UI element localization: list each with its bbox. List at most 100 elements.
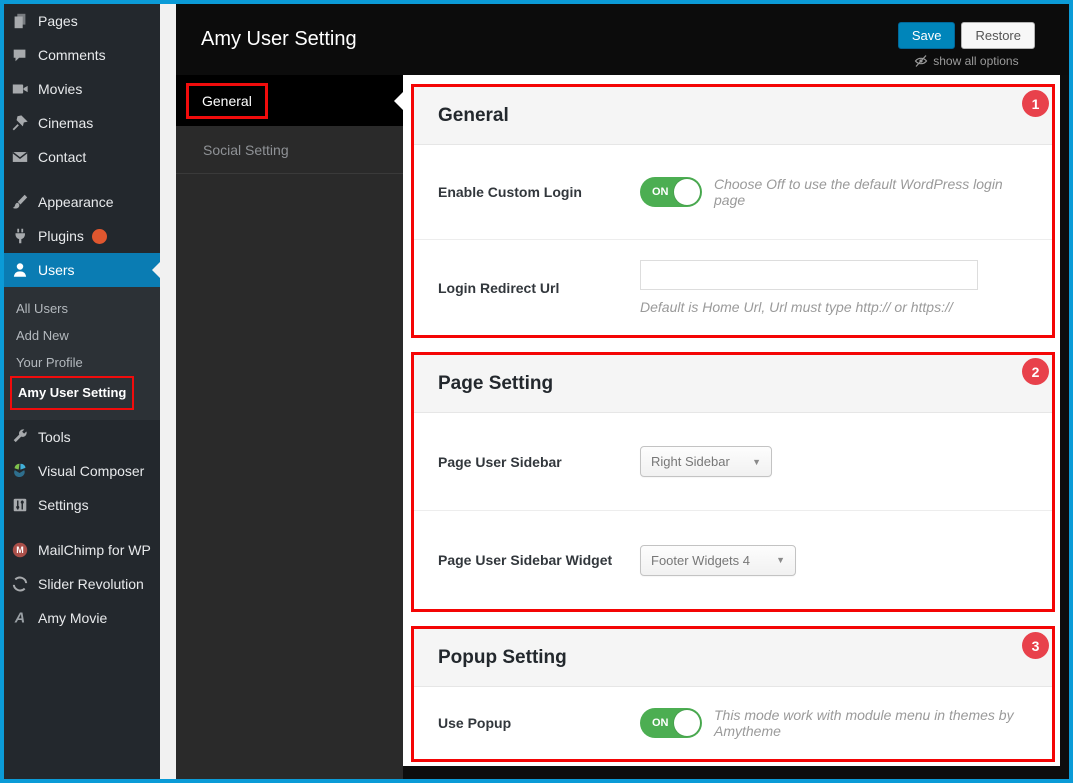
sidebar-item-label: Comments [38, 47, 106, 63]
settings-content: 1 General Enable Custom Login ON Choose … [403, 75, 1069, 779]
submenu-item-your-profile[interactable]: Your Profile [4, 349, 160, 376]
section-page-setting-header: Page Setting [414, 355, 1052, 413]
page-title: Amy User Setting [201, 28, 357, 50]
chevron-down-icon: ▼ [752, 456, 761, 467]
toggle-knob [674, 179, 700, 205]
sidebar-item-slider-revolution[interactable]: Slider Revolution [4, 567, 160, 601]
settings-body: General Social Setting 1 General Enable … [176, 75, 1069, 779]
sidebar-item-amy-movie[interactable]: A Amy Movie [4, 601, 160, 635]
screenshot-frame: Pages Comments Movies Cinemas Contact Ap… [0, 0, 1073, 783]
appearance-icon [10, 192, 30, 212]
setting-row-page-user-sidebar-widget: Page User Sidebar Widget Footer Widgets … [414, 511, 1052, 609]
active-menu-arrow-icon [152, 262, 160, 278]
setting-label: Use Popup [438, 715, 512, 731]
sidebar-item-label: Slider Revolution [38, 576, 144, 592]
setting-help-text: This mode work with module menu in theme… [714, 707, 1014, 739]
sidebar-item-label: Plugins [38, 228, 84, 244]
annotation-badge-1: 1 [1022, 90, 1049, 117]
sidebar-item-movies[interactable]: Movies [4, 72, 160, 106]
annotation-box-amy-user-setting: Amy User Setting [10, 376, 135, 410]
contact-icon [10, 147, 30, 167]
tab-label: Social Setting [203, 141, 289, 158]
svg-text:M: M [16, 545, 24, 555]
section-title: General [438, 104, 509, 126]
settings-tabs: General Social Setting [176, 75, 403, 779]
setting-help-text: Choose Off to use the default WordPress … [714, 176, 1003, 208]
setting-row-enable-custom-login: Enable Custom Login ON Choose Off to use… [414, 145, 1052, 240]
sidebar-item-comments[interactable]: Comments [4, 38, 160, 72]
settings-icon [10, 495, 30, 515]
tools-icon [10, 427, 30, 447]
submenu-label: Add New [16, 328, 69, 343]
sidebar-item-users[interactable]: Users [4, 253, 160, 287]
submenu-item-amy-user-setting[interactable]: Amy User Setting [4, 376, 160, 410]
settings-page: Amy User Setting Save Restore show all o… [176, 4, 1069, 779]
section-general: 1 General Enable Custom Login ON Choose … [411, 84, 1055, 338]
show-all-options-link[interactable]: show all options [914, 54, 1019, 68]
pages-icon [10, 11, 30, 31]
sidebar-item-pages[interactable]: Pages [4, 4, 160, 38]
sidebar-item-settings[interactable]: Settings [4, 488, 160, 522]
use-popup-toggle[interactable]: ON [640, 708, 702, 738]
active-tab-arrow-icon [394, 91, 403, 110]
submenu-item-all-users[interactable]: All Users [4, 295, 160, 322]
page-user-sidebar-select[interactable]: Right Sidebar ▼ [640, 446, 772, 477]
setting-label: Page User Sidebar Widget [438, 552, 613, 568]
eye-slash-icon [914, 54, 928, 67]
toggle-on-label: ON [652, 717, 669, 729]
sidebar-item-visual-composer[interactable]: Visual Composer [4, 454, 160, 488]
users-submenu: All Users Add New Your Profile Amy User … [4, 287, 160, 420]
sidebar-item-label: Settings [38, 497, 89, 513]
sidebar-item-plugins[interactable]: Plugins [4, 219, 160, 253]
select-value: Right Sidebar [651, 454, 730, 469]
sidebar-separator [4, 522, 160, 533]
annotation-box-general-tab: General [186, 82, 268, 119]
sidebar-item-label: MailChimp for WP [38, 542, 151, 558]
page-user-sidebar-widget-select[interactable]: Footer Widgets 4 ▼ [640, 544, 796, 576]
setting-row-login-redirect-url: Login Redirect Url Default is Home Url, … [414, 240, 1052, 335]
login-redirect-url-input[interactable] [640, 260, 978, 290]
sidebar-content-gap [160, 4, 176, 779]
sidebar-item-mailchimp[interactable]: M MailChimp for WP [4, 533, 160, 567]
sidebar-item-cinemas[interactable]: Cinemas [4, 106, 160, 140]
sidebar-item-label: Tools [38, 429, 71, 445]
sidebar-item-label: Contact [38, 149, 87, 165]
section-popup-setting-header: Popup Setting [414, 629, 1052, 687]
sidebar-item-label: Cinemas [38, 115, 94, 131]
svg-text:A: A [14, 611, 25, 627]
toggle-knob [674, 710, 700, 736]
sidebar-item-tools[interactable]: Tools [4, 420, 160, 454]
tab-social-setting[interactable]: Social Setting [176, 126, 403, 174]
select-value: Footer Widgets 4 [651, 552, 750, 568]
sidebar-item-label: Visual Composer [38, 463, 145, 479]
submenu-label: Your Profile [16, 355, 83, 370]
section-popup-setting: 3 Popup Setting Use Popup ON This mode w… [411, 626, 1055, 762]
section-title: Popup Setting [438, 646, 567, 668]
section-general-header: General [414, 87, 1052, 145]
section-title: Page Setting [438, 372, 554, 394]
sidebar-item-label: Users [38, 262, 75, 278]
comments-icon [10, 45, 30, 65]
chevron-down-icon: ▼ [776, 555, 785, 565]
settings-header: Amy User Setting Save Restore show all o… [176, 4, 1069, 75]
submenu-label: All Users [16, 301, 69, 316]
plugins-icon [10, 226, 30, 246]
sidebar-item-label: Amy Movie [38, 610, 108, 626]
restore-button[interactable]: Restore [961, 21, 1035, 49]
setting-row-use-popup: Use Popup ON This mode work with module … [414, 687, 1052, 759]
sidebar-item-appearance[interactable]: Appearance [4, 185, 160, 219]
plugins-update-badge [91, 228, 107, 244]
setting-label: Enable Custom Login [438, 184, 582, 200]
submenu-item-add-new[interactable]: Add New [4, 322, 160, 349]
sidebar-item-label: Pages [38, 13, 78, 29]
movies-icon [10, 79, 30, 99]
enable-custom-login-toggle[interactable]: ON [640, 177, 702, 207]
annotation-badge-2: 2 [1022, 358, 1049, 385]
sidebar-item-contact[interactable]: Contact [4, 140, 160, 174]
mailchimp-icon: M [10, 540, 30, 560]
visual-composer-icon [10, 461, 30, 481]
tab-general[interactable]: General [176, 75, 403, 126]
admin-sidebar: Pages Comments Movies Cinemas Contact Ap… [4, 4, 160, 779]
save-button[interactable]: Save [897, 21, 956, 49]
toggle-on-label: ON [652, 186, 669, 198]
